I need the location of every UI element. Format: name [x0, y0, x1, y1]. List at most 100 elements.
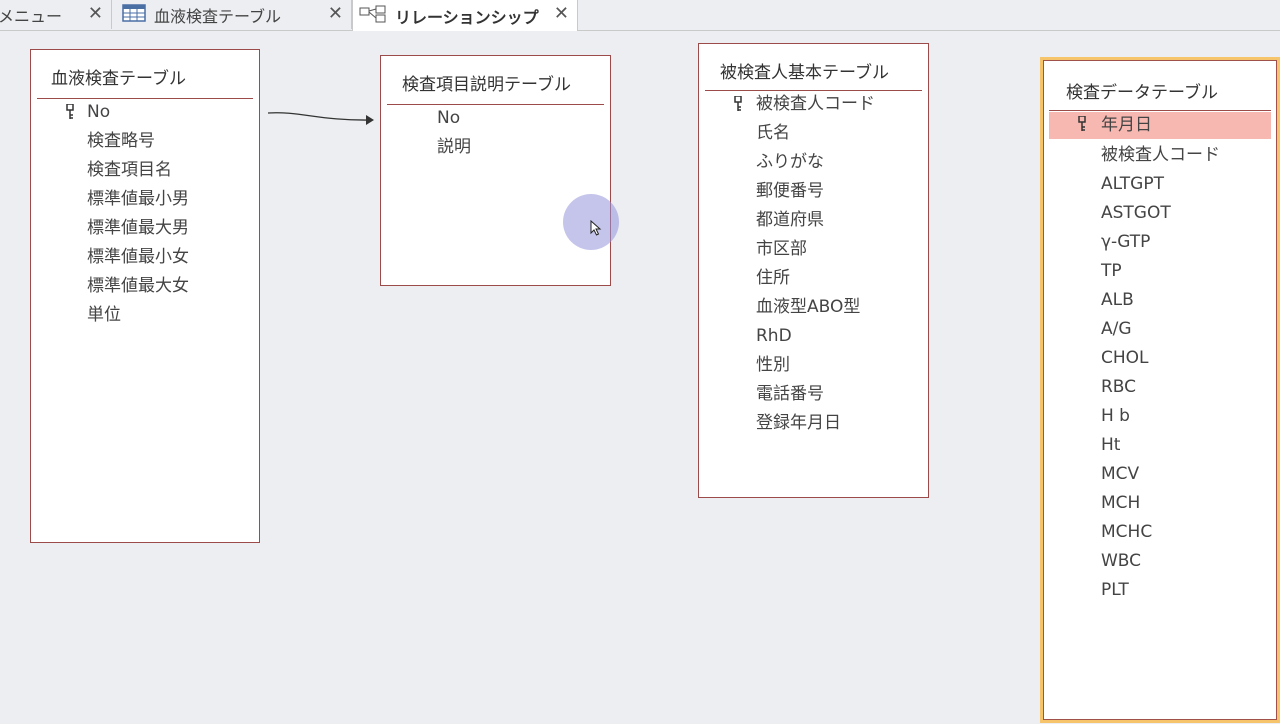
table-icon [122, 3, 146, 26]
key-icon [66, 104, 74, 119]
field-item[interactable]: MCH [1043, 489, 1277, 518]
field-label: No [87, 102, 111, 122]
field-label: 標準値最大女 [87, 276, 189, 296]
field-label: A/G [1101, 319, 1132, 339]
field-item[interactable]: 標準値最小男 [31, 185, 259, 214]
field-label: 電話番号 [756, 384, 824, 404]
field-item[interactable]: 検査略号 [31, 127, 259, 156]
field-label: Ht [1101, 435, 1121, 455]
field-label: ASTGOT [1101, 203, 1171, 223]
field-label: ふりがな [756, 152, 824, 172]
field-item[interactable]: 被検査人コード [1043, 141, 1277, 170]
field-item[interactable]: 都道府県 [699, 206, 928, 235]
field-item[interactable]: MCV [1043, 460, 1277, 489]
field-label: RhD [756, 326, 792, 346]
field-label: 血液型ABO型 [756, 297, 861, 317]
table-title: 検査データテーブル [1066, 83, 1218, 103]
field-label: 都道府県 [756, 210, 824, 230]
field-item[interactable]: PLT [1043, 576, 1277, 605]
close-icon[interactable]: ✕ [328, 5, 343, 23]
relationship-canvas[interactable]: 血液検査テーブル No 検査略号 検査項目名 標準値最小男 標準値最大男 標準値… [0, 31, 1280, 724]
field-item[interactable]: ALB [1043, 286, 1277, 315]
field-label: MCV [1101, 464, 1140, 484]
field-item[interactable]: 説明 [381, 133, 610, 162]
table-box-test-data[interactable]: 検査データテーブル 年月日 被検査人コード ALTGPT ASTGOT γ-GT… [1040, 57, 1280, 723]
tab-blood-test-table[interactable]: 血液検査テーブル ✕ [112, 0, 352, 29]
table-title: 検査項目説明テーブル [402, 75, 571, 95]
field-label: γ-GTP [1101, 232, 1151, 252]
field-item-selected[interactable]: 年月日 [1049, 112, 1271, 139]
tab-menu[interactable]: メニュー ✕ [0, 0, 112, 29]
field-item[interactable]: ASTGOT [1043, 199, 1277, 228]
field-item[interactable]: 血液型ABO型 [699, 293, 928, 322]
field-label: WBC [1101, 551, 1142, 571]
field-label: 説明 [437, 137, 471, 157]
field-label: 単位 [87, 305, 121, 325]
field-item[interactable]: 市区部 [699, 235, 928, 264]
close-icon[interactable]: ✕ [88, 5, 103, 23]
field-label: MCH [1101, 493, 1141, 513]
field-item[interactable]: CHOL [1043, 344, 1277, 373]
field-item[interactable]: No [381, 104, 610, 133]
field-item[interactable]: 標準値最小女 [31, 243, 259, 272]
field-item[interactable]: H b [1043, 402, 1277, 431]
table-box-examinee[interactable]: 被検査人基本テーブル 被検査人コード 氏名 ふりがな 郵便番号 都道府県 市区部… [698, 43, 929, 498]
field-label: 被検査人コード [756, 94, 875, 114]
field-label: 市区部 [756, 239, 807, 259]
field-label: 標準値最小女 [87, 247, 189, 267]
field-label: CHOL [1101, 348, 1149, 368]
field-label: MCHC [1101, 522, 1153, 542]
field-item[interactable]: No [31, 98, 259, 127]
field-item[interactable]: 電話番号 [699, 380, 928, 409]
field-label: No [437, 108, 461, 128]
document-tab-bar: メニュー ✕ 血液検査テーブル ✕ リレーションシップ ✕ [0, 0, 1280, 31]
field-label: 年月日 [1101, 115, 1152, 135]
field-item[interactable]: 単位 [31, 301, 259, 330]
field-item[interactable]: 性別 [699, 351, 928, 380]
field-list: No 検査略号 検査項目名 標準値最小男 標準値最大男 標準値最小女 標準値最大… [31, 98, 259, 330]
field-item[interactable]: MCHC [1043, 518, 1277, 547]
field-label: H b [1101, 406, 1130, 426]
field-item[interactable]: RhD [699, 322, 928, 351]
tab-menu-label: メニュー [0, 6, 63, 26]
relationship-icon [359, 5, 387, 27]
field-item[interactable]: Ht [1043, 431, 1277, 460]
field-list: No 説明 [381, 104, 610, 162]
field-item[interactable]: TP [1043, 257, 1277, 286]
field-item[interactable]: 被検査人コード [699, 90, 928, 119]
mouse-cursor-icon [590, 220, 602, 236]
field-label: 登録年月日 [756, 413, 841, 433]
field-item[interactable]: ふりがな [699, 148, 928, 177]
tab-relationships[interactable]: リレーションシップ ✕ [352, 0, 578, 31]
field-item[interactable]: WBC [1043, 547, 1277, 576]
field-list: 被検査人コード 氏名 ふりがな 郵便番号 都道府県 市区部 住所 血液型ABO型… [699, 90, 928, 438]
field-item[interactable]: A/G [1043, 315, 1277, 344]
field-label: 検査項目名 [87, 160, 172, 180]
table-box-blood-test[interactable]: 血液検査テーブル No 検査略号 検査項目名 標準値最小男 標準値最大男 標準値… [30, 49, 260, 543]
field-label: ALTGPT [1101, 174, 1164, 194]
close-icon[interactable]: ✕ [554, 5, 569, 23]
field-list: 年月日 被検査人コード ALTGPT ASTGOT γ-GTP TP ALB A… [1043, 112, 1277, 605]
key-icon [1078, 116, 1086, 131]
field-item[interactable]: 標準値最大女 [31, 272, 259, 301]
field-label: 被検査人コード [1101, 145, 1220, 165]
key-icon [734, 96, 742, 111]
field-label: PLT [1101, 580, 1129, 600]
field-item[interactable]: 登録年月日 [699, 409, 928, 438]
field-item[interactable]: 氏名 [699, 119, 928, 148]
table-title: 被検査人基本テーブル [720, 63, 889, 83]
table-box-item-description[interactable]: 検査項目説明テーブル No 説明 [380, 55, 611, 286]
field-item[interactable]: 検査項目名 [31, 156, 259, 185]
field-label: 郵便番号 [756, 181, 824, 201]
field-item[interactable]: γ-GTP [1043, 228, 1277, 257]
field-label: ALB [1101, 290, 1134, 310]
field-item[interactable]: 標準値最大男 [31, 214, 259, 243]
tab-relationships-label: リレーションシップ [395, 7, 539, 27]
field-item[interactable]: ALTGPT [1043, 170, 1277, 199]
table-title: 血液検査テーブル [51, 69, 186, 89]
field-label: 性別 [756, 355, 790, 375]
field-item[interactable]: 郵便番号 [699, 177, 928, 206]
tab-blood-test-table-label: 血液検査テーブル [154, 6, 282, 26]
field-item[interactable]: 住所 [699, 264, 928, 293]
field-item[interactable]: RBC [1043, 373, 1277, 402]
